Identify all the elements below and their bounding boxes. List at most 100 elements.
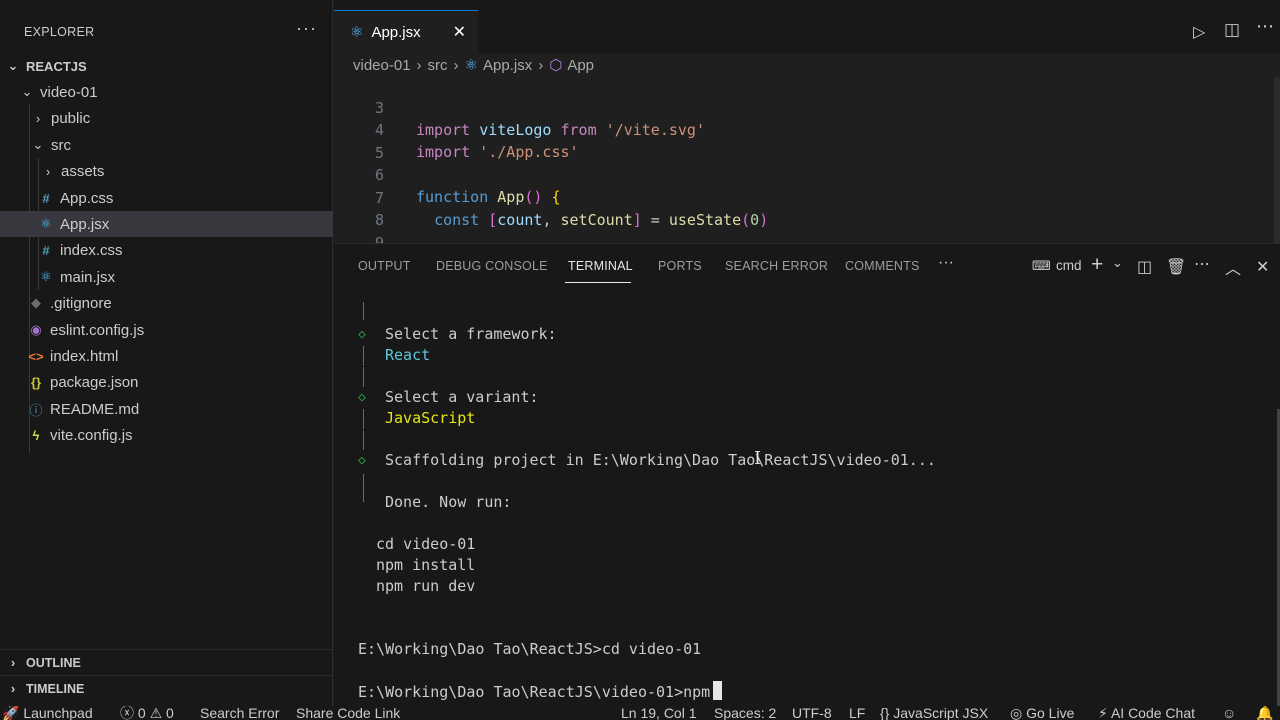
editor-scrollbar[interactable]	[1274, 77, 1280, 243]
trash-icon[interactable]: 🗑	[1166, 257, 1186, 277]
encoding-item[interactable]: UTF-8	[792, 706, 832, 720]
more-actions-icon[interactable]: ···	[296, 18, 317, 39]
more-actions-icon[interactable]: ⋯	[1194, 254, 1210, 274]
split-editor-icon[interactable]: ◫	[1224, 20, 1240, 40]
step-diamond-icon: ◇	[358, 327, 366, 342]
search-error-item[interactable]: Search Error	[200, 706, 279, 720]
maximize-panel-icon[interactable]: ︿	[1225, 255, 1241, 279]
tree-file-eslint-config[interactable]: ◉ eslint.config.js	[0, 317, 333, 343]
terminal-prompt-line: E:\Working\Dao Tao\ReactJS\video-01>npm	[358, 681, 723, 702]
tab-search-error[interactable]: SEARCH ERROR	[725, 259, 828, 273]
tree-file-package-json[interactable]: {} package.json	[0, 369, 333, 395]
prompt-rail	[363, 409, 364, 429]
error-count: 0	[137, 706, 146, 720]
cursor-position-item[interactable]: Ln 19, Col 1	[621, 706, 697, 720]
sparkle-icon: ⚡	[1098, 706, 1111, 720]
rocket-icon: 🚀	[2, 706, 24, 720]
breadcrumb-item[interactable]: src	[428, 57, 448, 74]
chevron-right-icon: ›	[10, 655, 16, 670]
terminal-line: JavaScript	[385, 409, 476, 427]
symbol-class-icon: ⬡	[549, 57, 563, 74]
terminal-line: Select a framework:	[385, 325, 557, 343]
warning-count: 0	[166, 706, 174, 720]
chevron-right-icon: ›	[538, 56, 544, 74]
step-diamond-icon: ◇	[358, 453, 366, 468]
bottom-panel: OUTPUT DEBUG CONSOLE TERMINAL PORTS SEAR…	[334, 243, 1280, 707]
breadcrumb-item[interactable]: App.jsx	[483, 57, 532, 74]
tree-file-main-jsx[interactable]: ⚛ main.jsx	[0, 264, 333, 290]
language-label: JavaScript JSX	[893, 706, 989, 720]
tree-file-readme[interactable]: ⓘ README.md	[0, 396, 333, 422]
more-actions-icon[interactable]: ⋯	[1256, 16, 1274, 37]
go-live-item[interactable]: ◎ Go Live	[1010, 706, 1074, 720]
tab-terminal[interactable]: TERMINAL	[568, 259, 633, 273]
tree-file-index-html[interactable]: <> index.html	[0, 343, 333, 369]
close-icon[interactable]: ✕	[453, 22, 466, 42]
more-tabs-icon[interactable]: ···	[938, 254, 954, 272]
tree-item-label: main.jsx	[60, 268, 116, 286]
terminal-line: Done. Now run:	[385, 493, 512, 511]
tree-file-app-jsx[interactable]: ⚛ App.jsx	[0, 211, 333, 237]
indentation-item[interactable]: Spaces: 2	[714, 706, 776, 720]
terminal-icon: ⌨	[1032, 258, 1051, 273]
new-terminal-icon[interactable]: +	[1091, 253, 1103, 277]
tree-folder-assets[interactable]: › assets	[0, 158, 333, 184]
tree-item-label: App.css	[60, 189, 114, 207]
breadcrumb: video-01 › src › ⚛ App.jsx › ⬡ App	[334, 53, 1280, 77]
terminal-line: E:\Working\Dao Tao\ReactJS>cd video-01	[358, 640, 702, 658]
tab-output[interactable]: OUTPUT	[358, 259, 411, 273]
ai-chat-label: AI Code Chat	[1110, 706, 1196, 720]
launchpad-label: Launchpad	[23, 706, 93, 720]
run-icon[interactable]: ▷	[1193, 22, 1205, 42]
copilot-icon[interactable]: ☺	[1222, 706, 1236, 720]
launchpad-item[interactable]: 🚀 Launchpad	[2, 706, 93, 720]
tree-folder-src[interactable]: ⌄ src	[0, 132, 333, 158]
chevron-down-icon: ⌄	[32, 137, 44, 152]
status-bar: 🚀 Launchpad ⓧ 0 ⚠ 0 Search Error Share C…	[0, 706, 1280, 720]
tree-item-label: public	[51, 109, 91, 127]
ai-code-chat-item[interactable]: ⚡ AI Code Chat	[1098, 706, 1195, 720]
tree-file-index-css[interactable]: # index.css	[0, 237, 333, 263]
git-file-icon: ◆	[31, 295, 41, 310]
split-terminal-icon[interactable]: ◫	[1137, 257, 1152, 277]
react-file-icon: ⚛	[40, 216, 52, 231]
tree-file-vite-config[interactable]: ϟ vite.config.js	[0, 422, 333, 448]
code-line: 6 function App() {	[334, 142, 1274, 206]
chevron-down-icon: ⌄	[21, 84, 33, 99]
vite-file-icon: ϟ	[32, 427, 40, 443]
terminal[interactable]: ◇ Select a framework: React ◇ Select a v…	[358, 296, 1278, 706]
code-line: 4 import './App.css'	[334, 97, 1274, 161]
tree-root-reactjs[interactable]: ⌄ REACTJS	[0, 53, 333, 79]
close-icon[interactable]: ✕	[1256, 257, 1269, 277]
step-diamond-icon: ◇	[358, 390, 366, 405]
prompt-rail	[363, 474, 364, 502]
breadcrumb-item[interactable]: App	[567, 57, 594, 74]
code-editor[interactable]: 3 import viteLogo from '/vite.svg' 4 imp…	[334, 77, 1280, 243]
tree-item-label: .gitignore	[50, 294, 112, 312]
chevron-down-icon: ⌄	[7, 58, 19, 73]
chevron-right-icon: ›	[416, 56, 422, 74]
tab-app-jsx[interactable]: ⚛ App.jsx ✕	[334, 10, 478, 53]
timeline-section[interactable]: › TIMELINE	[0, 675, 333, 701]
breadcrumb-item[interactable]: video-01	[353, 57, 411, 74]
problems-item[interactable]: ⓧ 0 ⚠ 0	[120, 706, 174, 720]
terminal-cursor	[713, 681, 723, 700]
tab-comments[interactable]: COMMENTS	[845, 259, 920, 273]
shell-name[interactable]: cmd	[1056, 258, 1082, 273]
chevron-down-icon[interactable]: ⌄	[1112, 255, 1123, 271]
share-code-link-item[interactable]: Share Code Link	[296, 706, 400, 720]
tree-file-app-css[interactable]: # App.css	[0, 185, 333, 211]
error-icon: ⓧ	[120, 706, 138, 720]
eslint-file-icon: ◉	[30, 322, 42, 337]
outline-section[interactable]: › OUTLINE	[0, 649, 333, 675]
chevron-right-icon: ›	[45, 163, 51, 179]
tab-debug-console[interactable]: DEBUG CONSOLE	[436, 259, 548, 273]
tab-ports[interactable]: PORTS	[658, 259, 702, 273]
tree-file-gitignore[interactable]: ◆ .gitignore	[0, 290, 333, 316]
tree-folder-public[interactable]: › public	[0, 105, 333, 131]
bell-icon[interactable]: 🔔	[1256, 706, 1273, 720]
eol-item[interactable]: LF	[849, 706, 865, 720]
language-mode-item[interactable]: {} JavaScript JSX	[880, 706, 988, 720]
terminal-line: npm install	[376, 556, 476, 574]
tree-folder-video-01[interactable]: ⌄ video-01	[0, 79, 333, 105]
